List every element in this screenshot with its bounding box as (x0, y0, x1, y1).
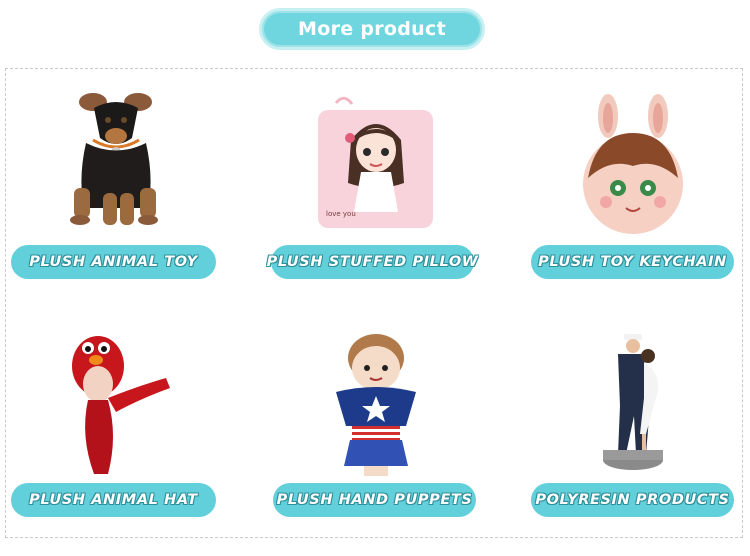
product-label[interactable]: PLUSH ANIMAL TOY (11, 245, 216, 279)
product-card-plush-animal-hat[interactable]: PLUSH ANIMAL HAT (8, 326, 228, 546)
product-label[interactable]: PLUSH STUFFED PILLOW (267, 245, 478, 279)
svg-text:love you: love you (326, 210, 356, 218)
girl-pillow-image[interactable]: love you (266, 88, 486, 238)
bunny-keychain-image[interactable] (526, 88, 746, 238)
product-card-plush-hand-puppets[interactable]: PLUSH HAND PUPPETS (266, 326, 486, 546)
product-label[interactable]: POLYRESIN PRODUCTS (531, 483, 734, 517)
product-card-plush-animal-toy[interactable]: PLUSH ANIMAL TOY (8, 88, 228, 308)
product-label[interactable]: PLUSH TOY KEYCHAIN (531, 245, 734, 279)
product-card-plush-toy-keychain[interactable]: PLUSH TOY KEYCHAIN (526, 88, 746, 308)
product-card-polyresin-products[interactable]: POLYRESIN PRODUCTS (526, 326, 746, 546)
product-label[interactable]: PLUSH ANIMAL HAT (11, 483, 216, 517)
red-monster-hat-image[interactable] (8, 326, 228, 476)
product-label[interactable]: PLUSH HAND PUPPETS (273, 483, 476, 517)
section-title-pill: More product (259, 8, 485, 50)
product-card-plush-stuffed-pillow[interactable]: love you PLUSH STUFFED PILLOW (266, 88, 486, 308)
hand-puppet-image[interactable] (266, 326, 486, 476)
sailor-statue-image[interactable] (526, 326, 746, 476)
section-title: More product (298, 18, 446, 40)
plush-dog-image[interactable] (8, 88, 228, 238)
